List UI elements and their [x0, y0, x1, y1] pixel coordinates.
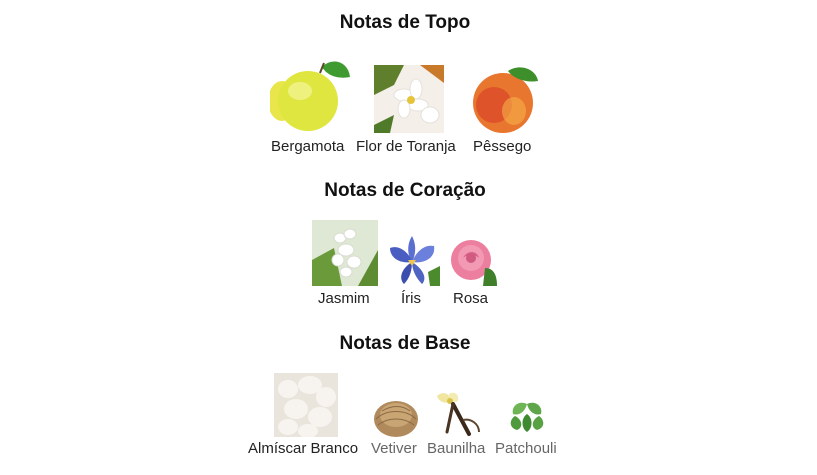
bergamot-icon	[270, 55, 350, 133]
peach-icon	[470, 65, 540, 133]
jasmine-icon	[312, 220, 378, 286]
iris-icon	[384, 232, 440, 286]
vanilla-icon	[433, 390, 481, 436]
note-label-flor-de-toranja: Flor de Toranja	[356, 138, 456, 155]
patchouli-icon	[507, 398, 547, 436]
note-label-jasmim: Jasmim	[318, 290, 370, 307]
section-title-heart-notes: Notas de Coração	[324, 180, 486, 201]
rose-icon	[447, 238, 497, 286]
section-title-top-notes: Notas de Topo	[339, 12, 471, 33]
note-label-iris: Íris	[401, 290, 421, 307]
note-label-rosa: Rosa	[453, 290, 489, 307]
note-label-vetiver: Vetiver	[371, 440, 417, 457]
note-label-bergamota: Bergamota	[271, 138, 345, 155]
vetiver-icon	[372, 389, 420, 437]
note-label-baunilha: Baunilha	[427, 440, 486, 457]
note-label-pessego: Pêssego	[473, 138, 532, 155]
grapefruit-blossom-icon	[374, 65, 444, 133]
white-musk-icon	[274, 373, 338, 437]
section-title-base-notes: Notas de Base	[339, 333, 471, 354]
note-label-almiscar-branco: Almíscar Branco	[248, 440, 359, 457]
note-label-patchouli: Patchouli	[495, 440, 557, 457]
